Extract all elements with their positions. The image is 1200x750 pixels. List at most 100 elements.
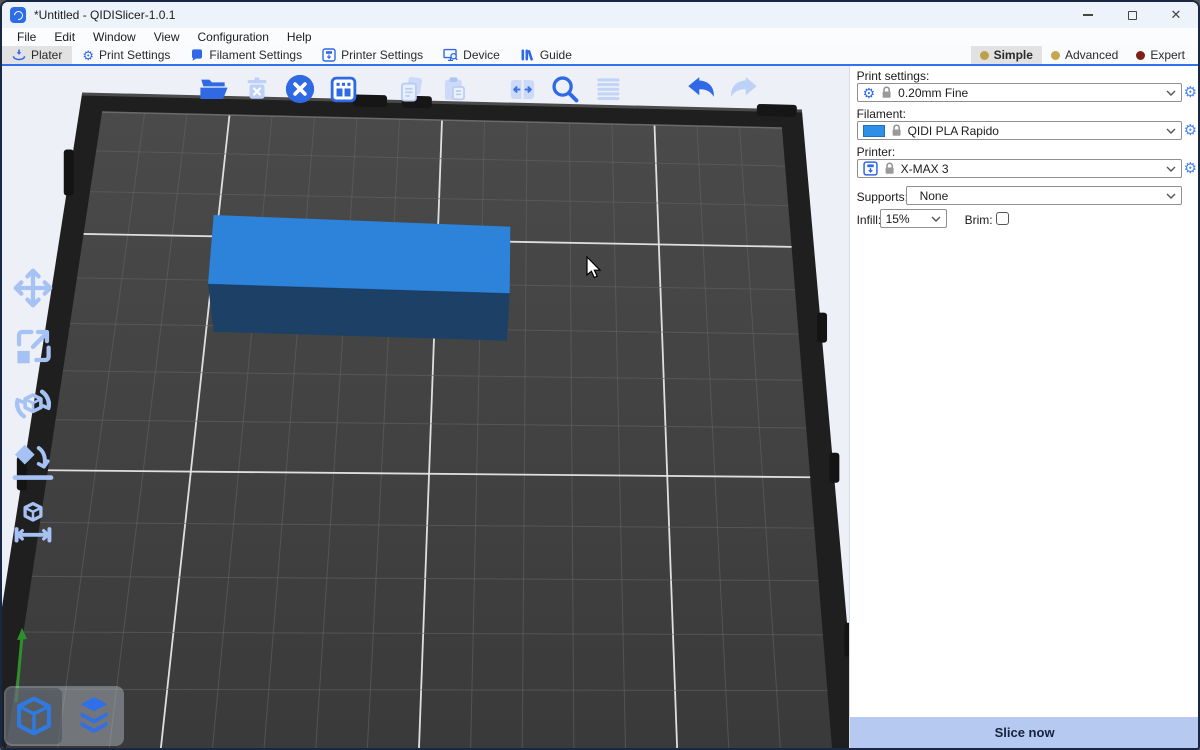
infill-label: Infill: — [857, 213, 882, 227]
guide-books-icon — [520, 48, 535, 62]
mode-simple[interactable]: Simple — [971, 46, 1042, 64]
place-on-face-gizmo-button[interactable] — [8, 438, 58, 485]
copy-button[interactable] — [394, 72, 428, 106]
split-instances-icon — [507, 74, 538, 105]
supports-select[interactable]: None — [906, 186, 1182, 205]
mode-advanced[interactable]: Advanced — [1042, 46, 1127, 64]
tab-device[interactable]: Device — [433, 46, 510, 64]
layer-height-icon — [593, 74, 624, 105]
menu-window[interactable]: Window — [84, 28, 145, 46]
preview-layers-view-button[interactable] — [66, 688, 122, 744]
tab-print-settings[interactable]: ⚙ Print Settings — [72, 46, 180, 64]
filament-select[interactable]: QIDI PLA Rapido — [857, 121, 1182, 140]
window-title: *Untitled - QIDISlicer-1.0.1 — [34, 8, 175, 22]
menu-view[interactable]: View — [145, 28, 189, 46]
print-settings-value: 0.20mm Fine — [898, 86, 968, 100]
place-on-face-icon — [10, 439, 56, 485]
open-folder-button[interactable] — [197, 72, 231, 106]
delete-all-icon — [284, 73, 316, 105]
chevron-down-icon — [931, 215, 941, 223]
measure-gizmo-button[interactable] — [8, 496, 58, 543]
3d-viewport[interactable] — [2, 66, 849, 748]
mode-dot-icon — [1051, 51, 1060, 60]
tab-bar: Plater ⚙ Print Settings Filament Setting… — [2, 46, 1198, 66]
search-button[interactable] — [548, 72, 582, 106]
print-settings-label: Print settings: — [857, 69, 930, 83]
print-settings-select[interactable]: ⚙ 0.20mm Fine — [857, 83, 1182, 102]
lock-icon — [891, 124, 902, 137]
arrange-icon — [328, 74, 359, 105]
3d-editor-view-button[interactable] — [6, 688, 62, 744]
open-folder-icon — [198, 73, 230, 105]
infill-value: 15% — [886, 212, 910, 226]
print-settings-gear-button[interactable]: ⚙ — [1184, 85, 1200, 100]
mode-label: Expert — [1150, 48, 1185, 62]
menu-help[interactable]: Help — [278, 28, 321, 46]
menu-edit[interactable]: Edit — [45, 28, 84, 46]
plater-icon — [12, 48, 26, 62]
close-button[interactable]: ✕ — [1154, 2, 1198, 28]
paste-icon — [439, 74, 470, 105]
menu-bar: File Edit Window View Configuration Help — [2, 28, 1198, 46]
printer-icon — [322, 48, 336, 62]
mode-expert[interactable]: Expert — [1127, 46, 1194, 64]
supports-value: None — [912, 189, 949, 203]
maximize-button[interactable] — [1110, 2, 1154, 28]
tab-label: Filament Settings — [209, 48, 302, 62]
scale-gizmo-button[interactable] — [8, 322, 58, 369]
gizmo-toolbar — [8, 264, 58, 543]
tab-label: Print Settings — [99, 48, 170, 62]
mode-dot-icon — [1136, 51, 1145, 60]
brim-checkbox[interactable] — [996, 212, 1009, 225]
settings-sidebar: Print settings: ⚙ 0.20mm Fine ⚙ Filament… — [849, 66, 1198, 748]
undo-icon — [684, 72, 718, 106]
filament-label: Filament: — [857, 107, 906, 121]
tab-guide[interactable]: Guide — [510, 46, 582, 64]
3d-view-cube-icon — [12, 694, 56, 738]
menu-configuration[interactable]: Configuration — [189, 28, 278, 46]
minimize-button[interactable] — [1066, 2, 1110, 28]
mode-dot-icon — [980, 51, 989, 60]
tab-filament-settings[interactable]: Filament Settings — [180, 46, 312, 64]
tab-label: Guide — [540, 48, 572, 62]
menu-file[interactable]: File — [8, 28, 45, 46]
mode-label: Advanced — [1065, 48, 1118, 62]
chevron-down-icon — [1166, 192, 1176, 200]
redo-icon — [727, 72, 761, 106]
title-bar: *Untitled - QIDISlicer-1.0.1 ✕ — [2, 2, 1198, 28]
tab-label: Printer Settings — [341, 48, 423, 62]
print-bed-scene — [2, 66, 849, 748]
view-toggle-bar — [4, 686, 124, 746]
mode-switch: Simple Advanced Expert — [971, 46, 1198, 64]
paste-button[interactable] — [437, 72, 471, 106]
rotate-icon — [10, 381, 56, 427]
window-controls: ✕ — [1066, 2, 1198, 28]
delete-button[interactable] — [240, 72, 274, 106]
variable-layer-height-button[interactable] — [591, 72, 625, 106]
tab-printer-settings[interactable]: Printer Settings — [312, 46, 433, 64]
chevron-down-icon — [1166, 127, 1176, 135]
filament-icon — [190, 48, 204, 62]
move-gizmo-button[interactable] — [8, 264, 58, 311]
redo-button[interactable] — [727, 72, 761, 106]
tab-plater[interactable]: Plater — [2, 46, 72, 64]
delete-trash-icon — [242, 74, 272, 104]
slice-now-button[interactable]: Slice now — [850, 717, 1200, 748]
supports-label: Supports: — [857, 190, 908, 204]
undo-button[interactable] — [684, 72, 718, 106]
delete-all-button[interactable] — [283, 72, 317, 106]
filament-color-swatch — [863, 125, 885, 137]
chevron-down-icon — [1166, 165, 1176, 173]
filament-value: QIDI PLA Rapido — [908, 124, 999, 138]
arrange-button[interactable] — [326, 72, 360, 106]
device-icon — [443, 48, 458, 62]
filament-gear-button[interactable]: ⚙ — [1184, 123, 1200, 138]
printer-gear-button[interactable]: ⚙ — [1184, 161, 1200, 176]
printer-select[interactable]: X-MAX 3 — [857, 159, 1182, 178]
mode-label: Simple — [994, 48, 1033, 62]
infill-select[interactable]: 15% — [880, 209, 947, 228]
split-instances-button[interactable] — [505, 72, 539, 106]
printer-label: Printer: — [857, 145, 896, 159]
lock-icon — [884, 162, 895, 175]
rotate-gizmo-button[interactable] — [8, 380, 58, 427]
